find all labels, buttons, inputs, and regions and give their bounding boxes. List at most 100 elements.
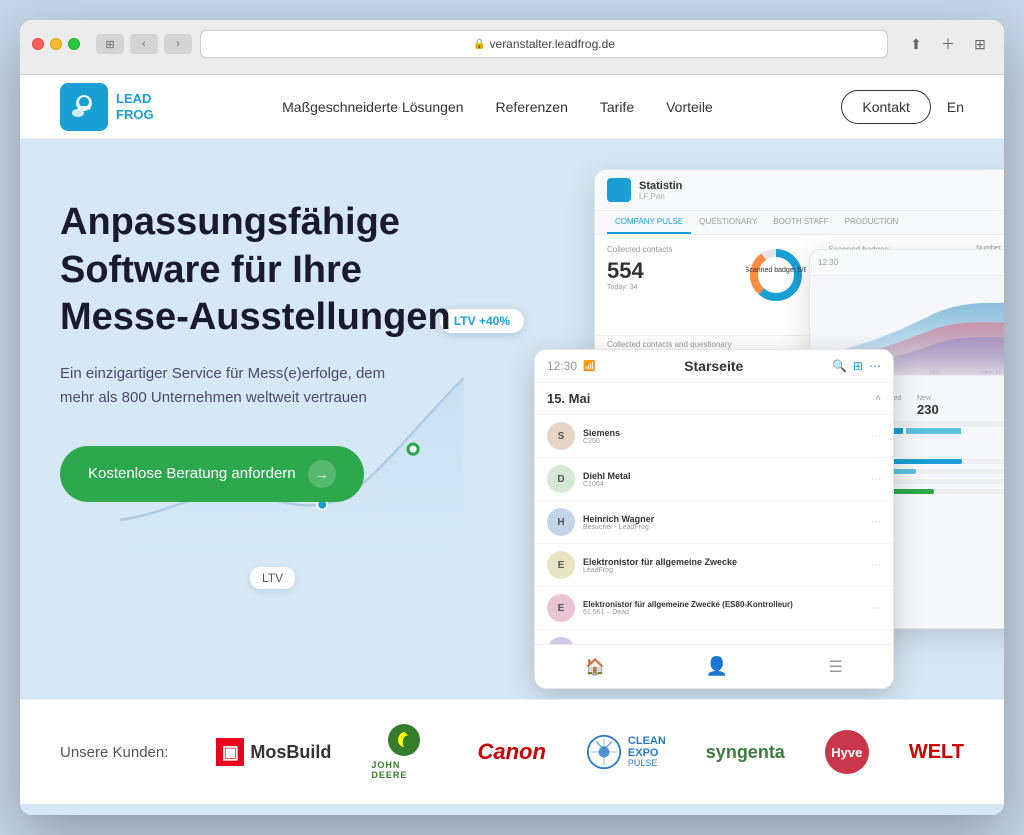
logo[interactable]: LEAD FROG (60, 83, 154, 131)
expand-icon[interactable]: ˄ (875, 393, 881, 404)
address-bar[interactable]: 🔒 veranstalter.leadfrog.de (200, 30, 888, 58)
hero-subtitle: Ein einzigartiger Service für Mess(e)erf… (60, 362, 400, 410)
logo-canon: Canon (477, 739, 545, 765)
close-button[interactable] (32, 38, 44, 50)
cta-button[interactable]: Kostenlose Beratung anfordern → (60, 446, 364, 502)
screen1-title: Statistin (639, 180, 682, 192)
more-icon[interactable]: ⋯ (869, 359, 881, 373)
new-tab-button[interactable]: ＋ (936, 32, 960, 56)
item-action[interactable]: ⋯ (871, 560, 881, 571)
cta-arrow-icon: → (308, 460, 336, 488)
item-action[interactable]: ⋯ (871, 603, 881, 614)
search-icon[interactable]: 🔍 (832, 359, 847, 373)
mosbuild-icon: ▣ (216, 738, 244, 766)
nav-link-vorteile[interactable]: Vorteile (666, 99, 713, 115)
item-info: Heinrich Wagner Besucher - LeadFrog (583, 514, 863, 531)
screen2-topbar: 12:30 📶 Starseite 🔍 ⊞ ⋯ (535, 350, 893, 383)
clean-expo-text: CLEAN EXPO PULSE (628, 735, 666, 769)
nav-link-referenzen[interactable]: Referenzen (495, 99, 567, 115)
item-info: Diehl Metal C1064 (583, 471, 863, 488)
donut-chart: Scanned badge: 5/8 (746, 245, 816, 325)
share-button[interactable]: ⬆ (904, 32, 928, 56)
list-item[interactable]: D Diehl Metal C1064 ⋯ (535, 458, 893, 501)
browser-window: ⊞ ‹ › 🔒 veranstalter.leadfrog.de ⬆ ＋ ⊞ (20, 20, 1004, 815)
browser-chrome: ⊞ ‹ › 🔒 veranstalter.leadfrog.de ⬆ ＋ ⊞ (20, 20, 1004, 75)
avatar: E (547, 594, 575, 622)
stat-collected-contacts: Collected contacts 554 Today: 34 (607, 245, 734, 325)
url-text: veranstalter.leadfrog.de (490, 37, 615, 51)
language-switcher[interactable]: En (947, 99, 964, 115)
screen1-subtitle: LF Pan (639, 192, 682, 201)
screen2-title: Starseite (684, 358, 743, 374)
forward-button[interactable]: › (164, 34, 192, 54)
extensions-button[interactable]: ⊞ (968, 32, 992, 56)
tab-company-pulse[interactable]: COMPANY PULSE (607, 211, 691, 234)
item-info: Siemens C250 (583, 428, 863, 445)
bottom-nav: 🏠 👤 ☰ (535, 644, 893, 688)
browser-controls: ⊞ ‹ › (96, 34, 192, 54)
item-action[interactable]: ⋯ (871, 517, 881, 528)
canon-text: Canon (477, 739, 545, 765)
minimize-button[interactable] (50, 38, 62, 50)
welt-text: WELT (909, 741, 964, 764)
svg-text:August 16: August 16 (978, 370, 1000, 376)
date-label: 15. Mai (547, 391, 590, 406)
logo-icon (60, 83, 108, 131)
list-item[interactable]: E Elektronistor für allgemeine Zwecke Le… (535, 544, 893, 587)
clean-expo-icon (586, 734, 622, 770)
deere-text: JOHN DEERE (371, 760, 437, 780)
browser-actions: ⬆ ＋ ⊞ (904, 32, 992, 56)
tab-icon[interactable]: ⊞ (96, 34, 124, 54)
kontakt-button[interactable]: Kontakt (841, 90, 930, 124)
tab-production[interactable]: PRODUCTION (837, 211, 907, 234)
app-mockup: Statistin LF Pan COMPANY PULSE QUESTIONA… (534, 169, 1004, 689)
home-icon[interactable]: 🏠 (585, 657, 605, 677)
deere-icon (388, 724, 420, 756)
traffic-lights (32, 38, 80, 50)
hyve-badge: Hyve (825, 730, 869, 774)
tab-questionary[interactable]: QUESTIONARY (691, 211, 765, 234)
item-action[interactable]: ⋯ (871, 474, 881, 485)
avatar: S (547, 422, 575, 450)
logo-welt: WELT (909, 741, 964, 764)
avatar: H (547, 508, 575, 536)
item-info: Elektronistor für allgemeine Zwecke Lead… (583, 557, 863, 574)
date-row: 15. Mai ˄ (535, 383, 893, 415)
tab-booth-staff[interactable]: BOOTH STAFF (765, 211, 836, 234)
list-item[interactable]: H Heinrich Wagner Besucher - LeadFrog ⋯ (535, 501, 893, 544)
maximize-button[interactable] (68, 38, 80, 50)
nav-link-tarife[interactable]: Tarife (600, 99, 634, 115)
logo-mosbuild: ▣ MosBuild (216, 738, 331, 766)
mosbuild-text: MosBuild (250, 742, 331, 763)
app-screen-mobile: 12:30 📶 Starseite 🔍 ⊞ ⋯ (534, 349, 894, 689)
screen3-header: 12:30 (810, 250, 1004, 276)
logo-hyve: Hyve (825, 730, 869, 774)
screen1-tabs: COMPANY PULSE QUESTIONARY BOOTH STAFF PR… (595, 211, 1004, 235)
customers-logos: ▣ MosBuild JOHN DEERE Canon (216, 724, 964, 780)
website-content: LEAD FROG Maßgeschneiderte Lösungen Refe… (20, 75, 1004, 815)
avatar: E (547, 551, 575, 579)
list-item[interactable]: E Elektronistor für allgemeine Zwecke (E… (535, 587, 893, 630)
back-button[interactable]: ‹ (130, 34, 158, 54)
lock-icon: 🔒 (473, 39, 485, 50)
avatar: D (547, 465, 575, 493)
syngenta-text: syngenta (706, 742, 785, 763)
customers-bar: Unsere Kunden: ▣ MosBuild JOHN DEERE (20, 699, 1004, 804)
screen1-logo (607, 178, 631, 202)
nav-links: Maßgeschneiderte Lösungen Referenzen Tar… (282, 99, 713, 115)
profile-icon[interactable]: ☰ (828, 657, 842, 677)
logo-syngenta: syngenta (706, 742, 785, 763)
hero-section: Anpassungsfähige Software für Ihre Messe… (20, 139, 1004, 699)
filter-icon[interactable]: ⊞ (853, 359, 863, 373)
logo-text: LEAD FROG (116, 91, 154, 122)
contacts-icon[interactable]: 👤 (706, 656, 728, 677)
svg-text:2800: 2800 (929, 370, 940, 376)
logo-john-deere: JOHN DEERE (371, 724, 437, 780)
list-item[interactable]: S Siemens C250 ⋯ (535, 415, 893, 458)
item-action[interactable]: ⋯ (871, 431, 881, 442)
customers-label: Unsere Kunden: (60, 744, 168, 761)
nav-link-loesungen[interactable]: Maßgeschneiderte Lösungen (282, 99, 463, 115)
hero-title: Anpassungsfähige Software für Ihre Messe… (60, 199, 480, 342)
svg-text:Scanned badge: 5/8: Scanned badge: 5/8 (746, 267, 806, 274)
hero-content: Anpassungsfähige Software für Ihre Messe… (60, 199, 480, 659)
